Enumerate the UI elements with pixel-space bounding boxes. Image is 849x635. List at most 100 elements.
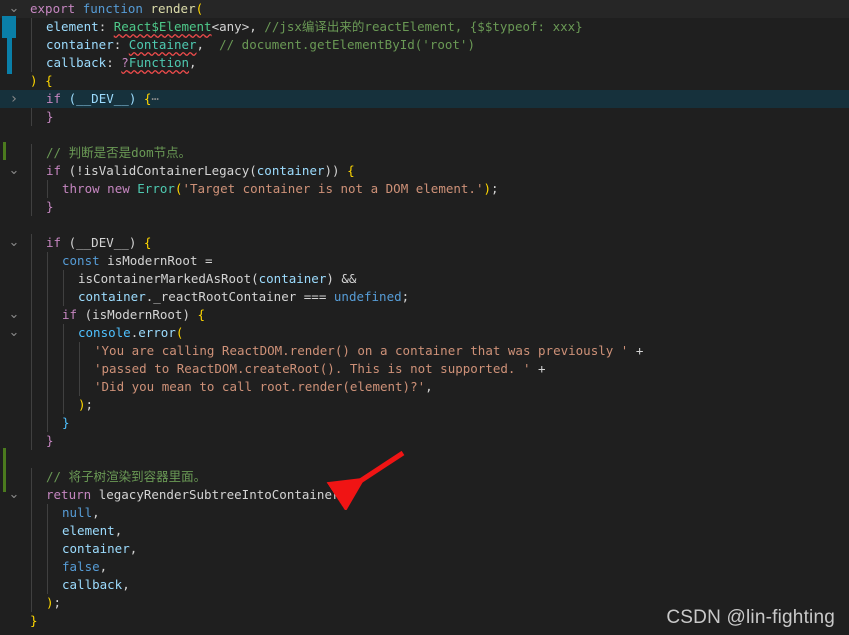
code-line[interactable]: callback: ?Function,	[0, 54, 849, 72]
code-line[interactable]: element: React$Element<any>, //jsx编译出来的r…	[0, 18, 849, 36]
code-line[interactable]: if (!isValidContainerLegacy(container)) …	[0, 162, 849, 180]
code-line[interactable]: 'You are calling ReactDOM.render() on a …	[0, 342, 849, 360]
code-token: 'You are calling ReactDOM.render() on a …	[94, 343, 629, 358]
code-token: //jsx编译出来的reactElement, {$$typeof: xxx}	[264, 19, 583, 34]
code-line[interactable]: element,	[0, 522, 849, 540]
code-token: function	[82, 1, 143, 16]
chevron-down-icon[interactable]	[7, 162, 21, 180]
code-token: container	[78, 289, 146, 304]
code-line[interactable]: }	[0, 198, 849, 216]
code-token: ,	[92, 505, 100, 520]
code-token: ,	[129, 541, 138, 556]
code-token: element	[46, 19, 99, 34]
code-token: ⋯	[151, 91, 159, 106]
code-token: ,	[114, 523, 123, 538]
code-line[interactable]: null,	[0, 504, 849, 522]
code-token: (	[68, 91, 77, 106]
chevron-down-icon[interactable]	[7, 324, 21, 342]
code-token: (	[339, 487, 348, 502]
code-token: export	[30, 1, 76, 16]
code-token: ;	[491, 181, 499, 196]
code-line[interactable]: const isModernRoot =	[0, 252, 849, 270]
code-token: {	[347, 163, 355, 178]
code-token: {	[45, 73, 53, 88]
code-line[interactable]: container: Container, // document.getEle…	[0, 36, 849, 54]
code-token: Error	[137, 181, 175, 196]
code-line[interactable]: if (__DEV__) {	[0, 234, 849, 252]
code-token: null	[62, 505, 93, 520]
code-token: Function	[128, 55, 190, 70]
code-line[interactable]	[0, 126, 849, 144]
code-token: }	[46, 433, 54, 448]
code-line[interactable]	[0, 450, 849, 468]
code-line[interactable]: throw new Error('Target container is not…	[0, 180, 849, 198]
code-token: ===	[296, 289, 334, 304]
code-token: ;	[53, 595, 62, 610]
chevron-down-icon[interactable]	[7, 306, 21, 324]
code-token: container	[46, 37, 114, 52]
chevron-down-icon[interactable]	[7, 234, 21, 252]
code-token: +	[628, 343, 644, 358]
code-token: (	[195, 1, 204, 16]
code-token: )	[483, 181, 492, 196]
code-token: // document.getElementById('root')	[219, 37, 475, 52]
code-token: false	[62, 559, 100, 574]
code-line[interactable]: );	[0, 396, 849, 414]
code-token: {	[197, 307, 206, 322]
code-token: error	[138, 325, 176, 340]
code-token: (	[84, 307, 93, 322]
code-line[interactable]: 'passed to ReactDOM.createRoot(). This i…	[0, 360, 849, 378]
code-token: element	[62, 523, 115, 538]
code-token: ,	[196, 37, 220, 52]
code-line[interactable]: 'Did you mean to call root.render(elemen…	[0, 378, 849, 396]
code-token: :	[113, 37, 129, 52]
code-token: 'Target container is not a DOM element.'	[182, 181, 484, 196]
code-token: if	[62, 307, 78, 322]
code-line[interactable]: // 将子树渲染到容器里面。	[0, 468, 849, 486]
watermark-text: CSDN @lin-fighting	[666, 607, 835, 628]
code-token: // 将子树渲染到容器里面。	[46, 469, 207, 484]
code-line[interactable]: }	[0, 432, 849, 450]
chevron-right-icon[interactable]	[7, 90, 21, 108]
code-line[interactable]: container._reactRootContainer === undefi…	[0, 288, 849, 306]
code-line[interactable]: }	[0, 108, 849, 126]
code-content[interactable]: export function render(element: React$El…	[0, 0, 849, 635]
code-line[interactable]: ) {	[0, 72, 849, 90]
code-line[interactable]: return legacyRenderSubtreeIntoContainer(	[0, 486, 849, 504]
code-token: (	[251, 271, 259, 286]
code-token: ,	[122, 577, 130, 592]
code-line[interactable]: // 判断是否是dom节点。	[0, 144, 849, 162]
code-line[interactable]: export function render(	[0, 0, 849, 18]
code-line[interactable]: isContainerMarkedAsRoot(container) &&	[0, 270, 849, 288]
code-token: if	[46, 91, 62, 106]
code-token: ;	[85, 397, 94, 412]
code-line[interactable]: if (__DEV__) {⋯	[0, 90, 849, 108]
code-token: )	[78, 397, 86, 412]
code-token: :	[106, 55, 122, 70]
code-line[interactable]: false,	[0, 558, 849, 576]
code-line[interactable]: }	[0, 414, 849, 432]
code-line[interactable]	[0, 216, 849, 234]
code-line[interactable]: if (isModernRoot) {	[0, 306, 849, 324]
code-token: isValidContainerLegacy	[83, 163, 250, 178]
code-token: }	[30, 613, 38, 628]
chevron-down-icon[interactable]	[7, 486, 21, 504]
code-editor-window: export function render(element: React$El…	[0, 0, 849, 635]
chevron-down-icon[interactable]	[7, 0, 21, 18]
code-token: render	[150, 1, 196, 16]
code-token: )	[46, 595, 54, 610]
code-line[interactable]: callback,	[0, 576, 849, 594]
code-token: :	[98, 19, 114, 34]
code-token: ,	[425, 379, 433, 394]
code-token: ._reactRootContainer	[145, 289, 297, 304]
code-token: )	[128, 235, 144, 250]
code-token: return	[46, 487, 92, 502]
code-token: __DEV__	[76, 91, 129, 106]
code-line[interactable]: container,	[0, 540, 849, 558]
code-line[interactable]: console.error(	[0, 324, 849, 342]
